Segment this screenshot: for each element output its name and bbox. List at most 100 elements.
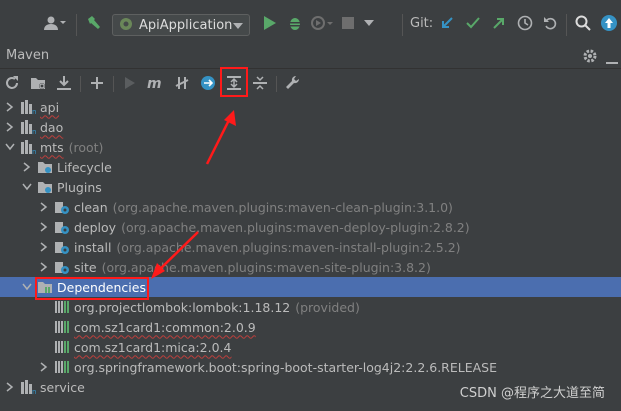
debug-bug-icon[interactable] <box>286 14 304 32</box>
toggle-offline-mode-icon[interactable] <box>173 74 191 92</box>
highlight-box-toolbar <box>220 67 248 97</box>
panel-title: Maven <box>6 48 50 63</box>
maven-panel-header: Maven <box>0 44 621 69</box>
run-configuration-label: ApiApplication <box>139 17 233 33</box>
gear-icon[interactable] <box>582 48 598 64</box>
folder-gear-icon <box>37 159 53 175</box>
library-icon <box>54 339 70 355</box>
git-push-icon[interactable] <box>490 14 508 32</box>
folder-reload-icon[interactable] <box>29 74 47 92</box>
minimize-icon[interactable] <box>606 54 618 64</box>
more-dropdown-icon[interactable] <box>362 14 376 32</box>
tree-node-description: (org.apache.maven.plugins:maven-deploy-p… <box>121 219 470 235</box>
reload-icon[interactable] <box>3 74 21 92</box>
watermark: CSDN @程序之大道至简 <box>459 386 605 401</box>
tree-node-label: mts <box>40 139 64 155</box>
plugin-icon <box>54 219 70 235</box>
library-icon <box>54 359 70 375</box>
svg-text:m: m <box>32 148 36 155</box>
chevron-right-icon[interactable] <box>38 362 50 372</box>
tree-node-api[interactable]: m api <box>0 97 621 117</box>
chevron-right-icon[interactable] <box>38 242 50 252</box>
git-history-clock-icon[interactable] <box>516 14 534 32</box>
tree-node-label: com.sz1card1:common:2.0.9 <box>74 319 256 335</box>
tree-node-com-sz1card1-mica-2-0-4[interactable]: com.sz1card1:mica:2.0.4 <box>0 337 621 357</box>
run-configuration-select[interactable]: ApiApplication <box>112 14 250 36</box>
user-icon[interactable] <box>42 14 68 32</box>
tree-node-dao[interactable]: m dao <box>0 117 621 137</box>
chevron-down-icon <box>233 18 243 32</box>
folder-gear-icon <box>37 179 53 195</box>
tree-node-plugins[interactable]: Plugins <box>0 177 621 197</box>
toolbar-separator <box>80 76 81 92</box>
tree-node-org-projectlombok-lombok-1-18-12[interactable]: org.projectlombok:lombok:1.18.12 (provide… <box>0 297 621 317</box>
tree-node-label: deploy <box>74 219 117 235</box>
main-toolbar: ApiApplication Git: <box>0 0 621 45</box>
run-maven-build-icon[interactable] <box>121 74 139 92</box>
library-icon <box>54 319 70 335</box>
git-commit-check-icon[interactable] <box>464 14 482 32</box>
toolbar-separator <box>76 14 77 36</box>
coverage-icon[interactable] <box>310 14 334 32</box>
library-icon <box>54 299 70 315</box>
tree-node-label: Plugins <box>57 179 102 195</box>
tree-node-label: dao <box>40 119 64 135</box>
svg-text:m: m <box>32 388 36 395</box>
tree-node-install[interactable]: install (org.apache.maven.plugins:maven-i… <box>0 237 621 257</box>
chevron-right-icon[interactable] <box>38 202 50 212</box>
toolbar-separator <box>402 14 403 36</box>
collapse-all-icon[interactable] <box>251 74 269 92</box>
tree-node-org-springframework-boot-spring-boot-starter-log4j2-2-2-6-release[interactable]: org.springframework.boot:spring-boot-sta… <box>0 357 621 377</box>
chevron-right-icon[interactable] <box>21 162 33 172</box>
download-icon[interactable] <box>55 74 73 92</box>
maven-project-tree: m api m dao m mts (root) Lifecycle Plugins clean(… <box>0 97 621 411</box>
toolbar-separator <box>113 76 114 92</box>
tree-node-description: (root) <box>68 139 104 155</box>
chevron-down-icon[interactable] <box>21 283 33 291</box>
chevron-right-icon[interactable] <box>38 262 50 272</box>
maven-module-icon: m <box>20 139 36 155</box>
tree-node-label: site <box>74 259 97 275</box>
tree-node-clean[interactable]: clean (org.apache.maven.plugins:maven-cle… <box>0 197 621 217</box>
tree-node-label: org.projectlombok:lombok:1.18.12 <box>74 299 291 315</box>
tree-node-com-sz1card1-common-2-0-9[interactable]: com.sz1card1:common:2.0.9 <box>0 317 621 337</box>
chevron-right-icon[interactable] <box>38 222 50 232</box>
tree-node-description: (org.apache.maven.plugins:maven-clean-pl… <box>112 199 453 215</box>
stop-icon[interactable] <box>340 14 356 32</box>
tree-node-label: org.springframework.boot:spring-boot-sta… <box>74 359 497 375</box>
search-icon[interactable] <box>574 14 592 32</box>
plugin-icon <box>54 239 70 255</box>
tree-node-label: com.sz1card1:mica:2.0.4 <box>74 339 232 355</box>
spring-config-icon <box>119 17 133 34</box>
tree-node-label: Lifecycle <box>57 159 112 175</box>
git-update-icon[interactable] <box>438 14 456 32</box>
svg-text:m: m <box>32 108 36 115</box>
chevron-down-icon[interactable] <box>4 143 16 151</box>
tree-node-lifecycle[interactable]: Lifecycle <box>0 157 621 177</box>
toolbar-separator <box>566 14 567 36</box>
chevron-right-icon[interactable] <box>4 382 16 392</box>
tree-node-label: api <box>40 99 60 115</box>
tree-node-site[interactable]: site (org.apache.maven.plugins:maven-site… <box>0 257 621 277</box>
tree-node-deploy[interactable]: deploy (org.apache.maven.plugins:maven-de… <box>0 217 621 237</box>
chevron-right-icon[interactable] <box>4 102 16 112</box>
chevron-right-icon[interactable] <box>4 122 16 132</box>
build-hammer-icon[interactable] <box>84 14 104 32</box>
maven-toolbar: m <box>0 69 621 98</box>
tree-node-mts[interactable]: m mts (root) <box>0 137 621 157</box>
tree-node-description: (org.apache.maven.plugins:maven-install-… <box>116 239 461 255</box>
wrench-settings-icon[interactable] <box>284 74 302 92</box>
tree-node-description: (provided) <box>295 299 360 315</box>
chevron-down-icon[interactable] <box>21 183 33 191</box>
maven-module-icon: m <box>20 379 36 395</box>
add-icon[interactable] <box>88 74 106 92</box>
execute-maven-goal-icon[interactable]: m <box>147 74 165 92</box>
update-available-icon[interactable] <box>600 14 618 32</box>
plugin-icon <box>54 259 70 275</box>
skip-tests-icon[interactable] <box>199 74 217 92</box>
run-icon[interactable] <box>262 14 278 32</box>
maven-module-icon: m <box>20 99 36 115</box>
maven-module-icon: m <box>20 119 36 135</box>
git-rollback-icon[interactable] <box>542 14 560 32</box>
git-label: Git: <box>410 16 434 31</box>
